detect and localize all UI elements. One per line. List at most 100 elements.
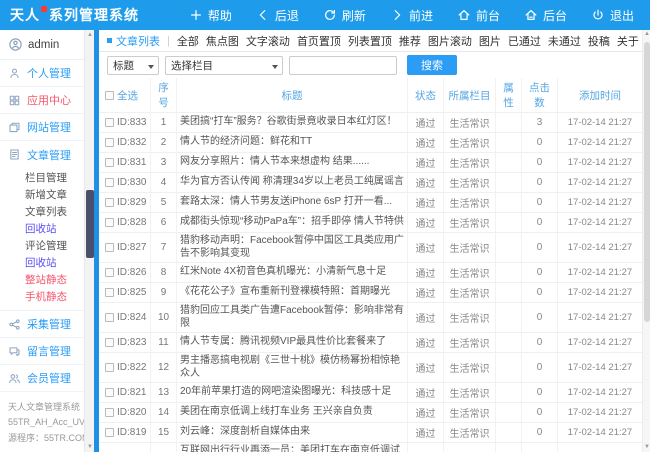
scroll-down-arrow-icon[interactable]: ▼ — [643, 443, 650, 452]
row-checkbox[interactable] — [105, 338, 114, 347]
keyword-input[interactable] — [289, 56, 397, 75]
row-checkbox[interactable] — [105, 198, 114, 207]
tab-link[interactable]: 推荐 — [399, 33, 421, 49]
search-button[interactable]: 搜索 — [407, 55, 457, 75]
scroll-up-arrow-icon[interactable]: ▲ — [643, 30, 650, 39]
field-select[interactable]: 标题 — [107, 56, 159, 75]
row-id: ID:820 — [117, 407, 146, 418]
row-title-link[interactable]: 情人节的经济问题：鲜花和TT — [177, 133, 408, 152]
select-all-checkbox[interactable] — [105, 91, 114, 100]
back-button[interactable]: 后退 — [256, 7, 299, 24]
row-checkbox[interactable] — [105, 118, 114, 127]
row-seq: 3 — [151, 153, 177, 172]
row-status: 通过 — [408, 153, 444, 172]
sidebar-scroll-thumb[interactable] — [86, 190, 94, 258]
row-title-link[interactable]: 情人节专属：腾讯视频VIP最具性价比套餐来了 — [177, 333, 408, 352]
tab-link[interactable]: 未通过 — [548, 33, 581, 49]
row-checkbox[interactable] — [105, 388, 114, 397]
row-id: ID:827 — [117, 242, 146, 253]
row-title-link[interactable]: 红米Note 4X初音色真机曝光：小清新气息十足 — [177, 263, 408, 282]
row-checkbox[interactable] — [105, 428, 114, 437]
scroll-down-arrow-icon[interactable]: ▼ — [85, 442, 95, 452]
row-title-link[interactable]: 美团在南京低调上线打车业务 王兴亲自负责 — [177, 403, 408, 422]
row-clicks: 0 — [522, 443, 558, 452]
frontend-button[interactable]: 前台 — [457, 7, 500, 24]
tab-link[interactable]: 首页置顶 — [297, 33, 341, 49]
row-title-link[interactable]: 互联网出行行业再添一员：美团打车在南京低调试运行 — [177, 443, 408, 452]
row-title-link[interactable]: 华为官方否认传闻 称清理34岁以上老员工纯属谣言 — [177, 173, 408, 192]
scroll-up-arrow-icon[interactable]: ▲ — [85, 30, 95, 40]
tab-link[interactable]: 已通过 — [508, 33, 541, 49]
submenu-item[interactable]: 回收站 — [0, 221, 84, 238]
submenu-item[interactable]: 评论管理 — [0, 238, 84, 255]
submenu-item[interactable]: 文章列表 — [0, 204, 84, 221]
table-row: ID:829 5 套路太深：情人节男友送iPhone 6sP 打开一看... 通… — [99, 193, 642, 213]
row-attr — [496, 443, 522, 452]
tab-article-list[interactable]: 文章列表 — [107, 33, 160, 49]
row-id: ID:826 — [117, 267, 146, 278]
table-row: ID:827 7 猎豹移动声明：Facebook暂停中国区工具类应用广告不影响其… — [99, 233, 642, 263]
home-gear-icon — [524, 8, 538, 22]
row-id: ID:821 — [117, 387, 146, 398]
submenu-item[interactable]: 新增文章 — [0, 187, 84, 204]
sidebar-item-label: 个人管理 — [27, 65, 71, 81]
category-select[interactable]: 选择栏目 — [165, 56, 283, 75]
sidebar-item-label: 文章管理 — [27, 147, 71, 163]
row-title-link[interactable]: 刘云峰：深度剖析自媒体由来 — [177, 423, 408, 442]
logout-button[interactable]: 退出 — [591, 7, 634, 24]
row-title-link[interactable]: 猎豹移动声明：Facebook暂停中国区工具类应用广告不影响其变现 — [177, 233, 408, 262]
row-checkbox[interactable] — [105, 313, 114, 322]
row-checkbox[interactable] — [105, 363, 114, 372]
submenu-item[interactable]: 手机静态 — [0, 289, 84, 306]
logout-label: 退出 — [610, 7, 634, 24]
row-checkbox[interactable] — [105, 218, 114, 227]
row-title-link[interactable]: 套路太深：情人节男友送iPhone 6sP 打开一看... — [177, 193, 408, 212]
row-checkbox[interactable] — [105, 408, 114, 417]
tab-link[interactable]: 列表置顶 — [348, 33, 392, 49]
forward-button[interactable]: 前进 — [390, 7, 433, 24]
row-checkbox[interactable] — [105, 138, 114, 147]
sidebar-item-articles[interactable]: 文章管理 — [0, 141, 84, 168]
row-clicks: 0 — [522, 213, 558, 232]
row-checkbox[interactable] — [105, 178, 114, 187]
row-seq: 16 — [151, 443, 177, 452]
tab-link[interactable]: 关于 — [617, 33, 639, 49]
row-checkbox[interactable] — [105, 268, 114, 277]
tab-link[interactable]: 图片 — [479, 33, 501, 49]
sidebar-item-collect[interactable]: 采集管理 — [0, 311, 84, 338]
username: admin — [28, 39, 59, 51]
sidebar-item-website[interactable]: 网站管理 — [0, 114, 84, 141]
sidebar-user[interactable]: admin — [0, 30, 84, 60]
content-scroll-thumb[interactable] — [644, 42, 650, 322]
help-button[interactable]: 帮助 — [189, 7, 232, 24]
row-title-link[interactable]: 《花花公子》宣布重新刊登裸模特照：首期曝光 — [177, 283, 408, 302]
row-title-link[interactable]: 成都街头惊现“移动PaPa车”：招手即停 情人节特供 — [177, 213, 408, 232]
sidebar-item-personal[interactable]: 个人管理 — [0, 60, 84, 87]
row-title-link[interactable]: 20年前苹果打造的网吧渲染图曝光：科技感十足 — [177, 383, 408, 402]
tab-link[interactable]: 投稿 — [588, 33, 610, 49]
chevron-left-icon — [256, 8, 270, 22]
row-title-link[interactable]: 猎豹回应工具类广告遭Facebook暂停：影响非常有限 — [177, 303, 408, 332]
tab-link[interactable]: 全部 — [177, 33, 199, 49]
tab-link[interactable]: 焦点图 — [206, 33, 239, 49]
sidebar-item-appcenter[interactable]: 应用中心 — [0, 87, 84, 114]
row-checkbox[interactable] — [105, 243, 114, 252]
submenu-item[interactable]: 回收站 — [0, 255, 84, 272]
submenu-item[interactable]: 整站静态 — [0, 272, 84, 289]
active-tab-bullet-icon — [107, 38, 112, 43]
row-attr — [496, 283, 522, 302]
row-title-link[interactable]: 网友分享照片：情人节本来想虚构 结果...... — [177, 153, 408, 172]
sidebar-scrollbar[interactable]: ▲ ▼ — [84, 30, 94, 452]
row-title-link[interactable]: 男主播恶搞电视剧《三世十桃》模仿杨幂扮相惊艳众人 — [177, 353, 408, 382]
row-title-link[interactable]: 美团搞“打车”服务？谷歌街景竟收录日本红灯区！ — [177, 113, 408, 132]
submenu-item[interactable]: 栏目管理 — [0, 170, 84, 187]
backend-button[interactable]: 后台 — [524, 7, 567, 24]
content-scrollbar[interactable]: ▲ ▼ — [642, 30, 650, 452]
sidebar-item-members[interactable]: 会员管理 — [0, 365, 84, 392]
sidebar-item-messages[interactable]: 留言管理 — [0, 338, 84, 365]
row-checkbox[interactable] — [105, 288, 114, 297]
tab-link[interactable]: 图片滚动 — [428, 33, 472, 49]
tab-link[interactable]: 文字滚动 — [246, 33, 290, 49]
row-checkbox[interactable] — [105, 158, 114, 167]
refresh-button[interactable]: 刷新 — [323, 7, 366, 24]
